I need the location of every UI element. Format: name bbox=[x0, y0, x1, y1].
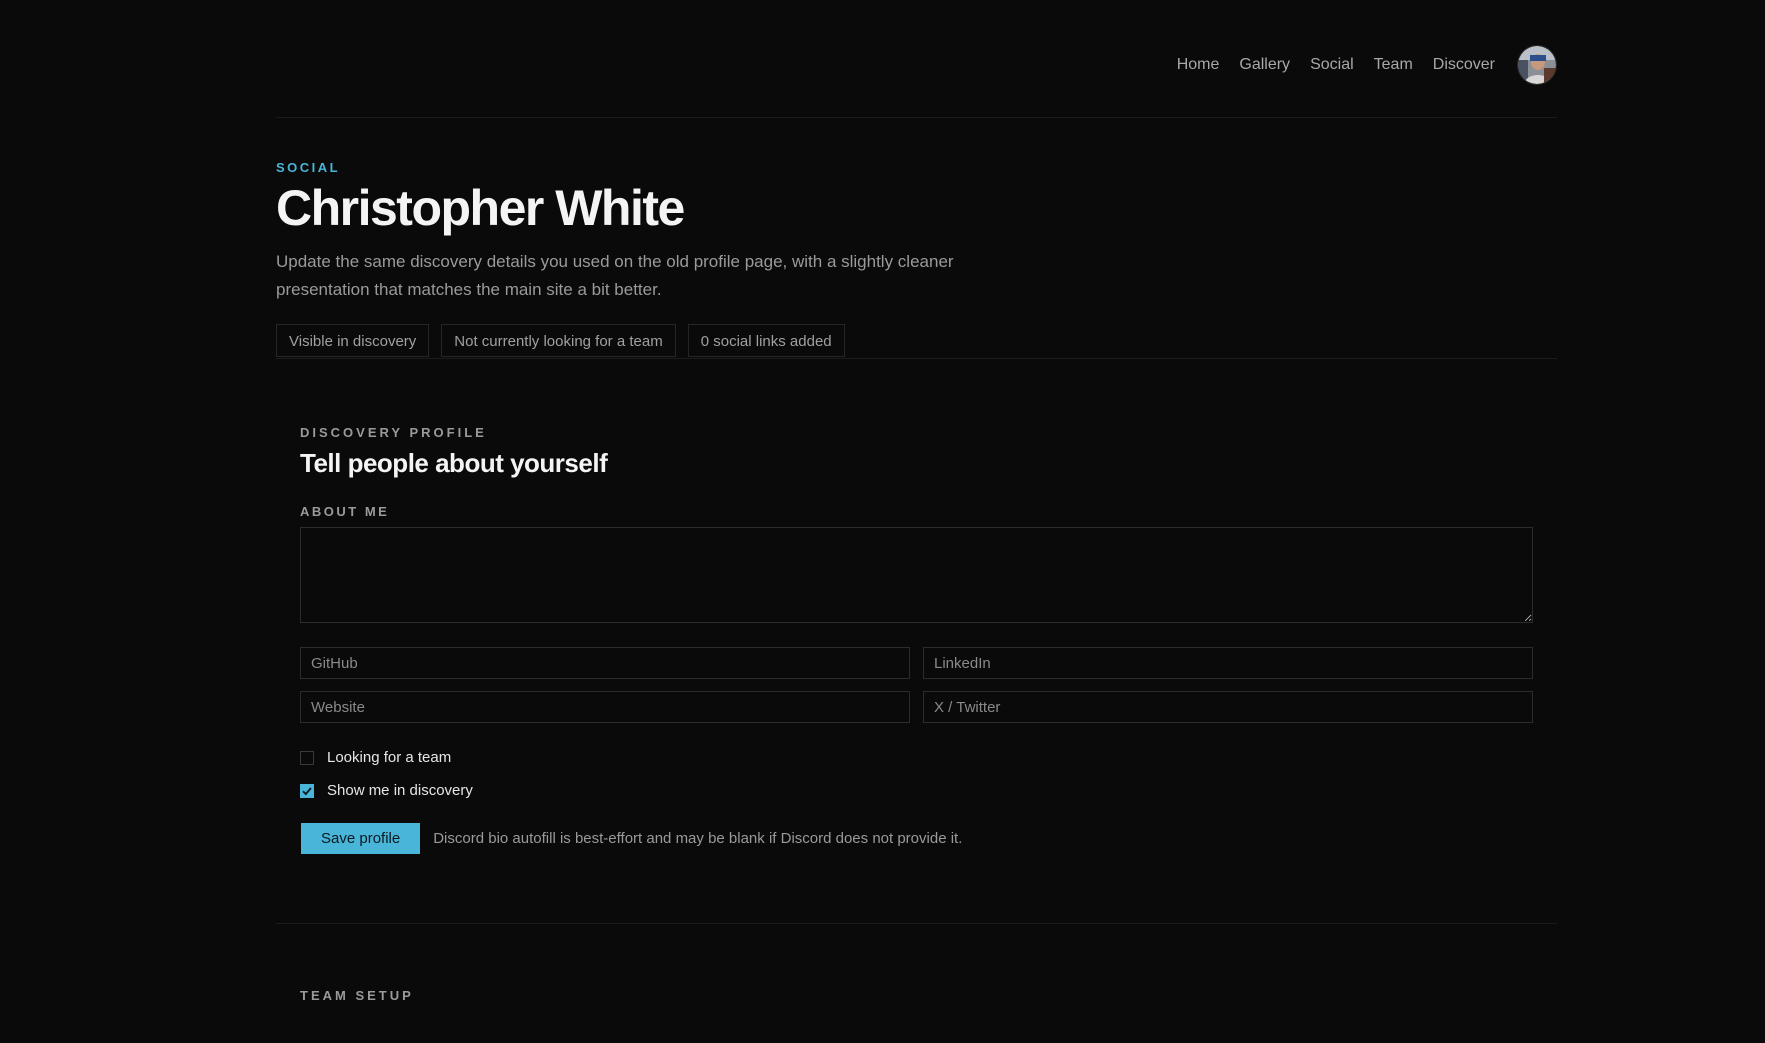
status-badge-visibility: Visible in discovery bbox=[276, 324, 430, 357]
site-header: Home Gallery Social Team Discover bbox=[276, 0, 1557, 118]
team-setup-section: TEAM SETUP bbox=[276, 924, 1557, 1003]
form-actions: Save profile Discord bio autofill is bes… bbox=[300, 823, 1533, 854]
page-title: Christopher White bbox=[276, 180, 685, 236]
social-links-grid bbox=[300, 647, 1533, 723]
nav-gallery[interactable]: Gallery bbox=[1239, 56, 1290, 74]
section-title: Tell people about yourself bbox=[300, 448, 608, 478]
save-profile-button[interactable]: Save profile bbox=[301, 823, 421, 854]
github-field[interactable] bbox=[300, 647, 910, 679]
autofill-hint: Discord bio autofill is best-effort and … bbox=[433, 830, 963, 847]
looking-for-team-label: Looking for a team bbox=[327, 749, 452, 766]
hero-eyebrow: SOCIAL bbox=[276, 160, 341, 175]
about-me-textarea[interactable] bbox=[300, 527, 1533, 623]
nav-team[interactable]: Team bbox=[1374, 56, 1413, 74]
show-in-discovery-checkbox[interactable] bbox=[300, 783, 314, 798]
nav-social[interactable]: Social bbox=[1310, 56, 1354, 74]
nav-home[interactable]: Home bbox=[1177, 56, 1220, 74]
user-avatar[interactable] bbox=[1517, 45, 1557, 85]
linkedin-field[interactable] bbox=[923, 647, 1533, 679]
main-nav: Home Gallery Social Team Discover bbox=[1157, 45, 1557, 85]
avatar-image-icon bbox=[1518, 46, 1556, 84]
discovery-profile-section: DISCOVERY PROFILE Tell people about your… bbox=[276, 359, 1557, 924]
checkmark-icon bbox=[302, 786, 312, 795]
nav-discover[interactable]: Discover bbox=[1433, 56, 1495, 74]
status-badge-social-links: 0 social links added bbox=[687, 324, 845, 357]
twitter-field[interactable] bbox=[923, 691, 1533, 723]
status-pills: Visible in discovery Not currently looki… bbox=[276, 324, 1557, 357]
profile-hero: SOCIAL Christopher White Update the same… bbox=[276, 118, 1557, 359]
show-in-discovery-option[interactable]: Show me in discovery bbox=[300, 782, 1533, 799]
section-eyebrow: DISCOVERY PROFILE bbox=[300, 425, 487, 440]
team-setup-eyebrow: TEAM SETUP bbox=[300, 988, 414, 1003]
page-container: Home Gallery Social Team Discover SOCIAL… bbox=[276, 0, 1557, 1003]
website-field[interactable] bbox=[300, 691, 910, 723]
hero-description: Update the same discovery details you us… bbox=[276, 252, 954, 299]
status-badge-team: Not currently looking for a team bbox=[441, 324, 676, 357]
show-in-discovery-label: Show me in discovery bbox=[327, 782, 473, 799]
looking-for-team-option[interactable]: Looking for a team bbox=[300, 749, 1533, 766]
looking-for-team-checkbox[interactable] bbox=[300, 750, 314, 765]
about-me-label: ABOUT ME bbox=[300, 504, 390, 519]
